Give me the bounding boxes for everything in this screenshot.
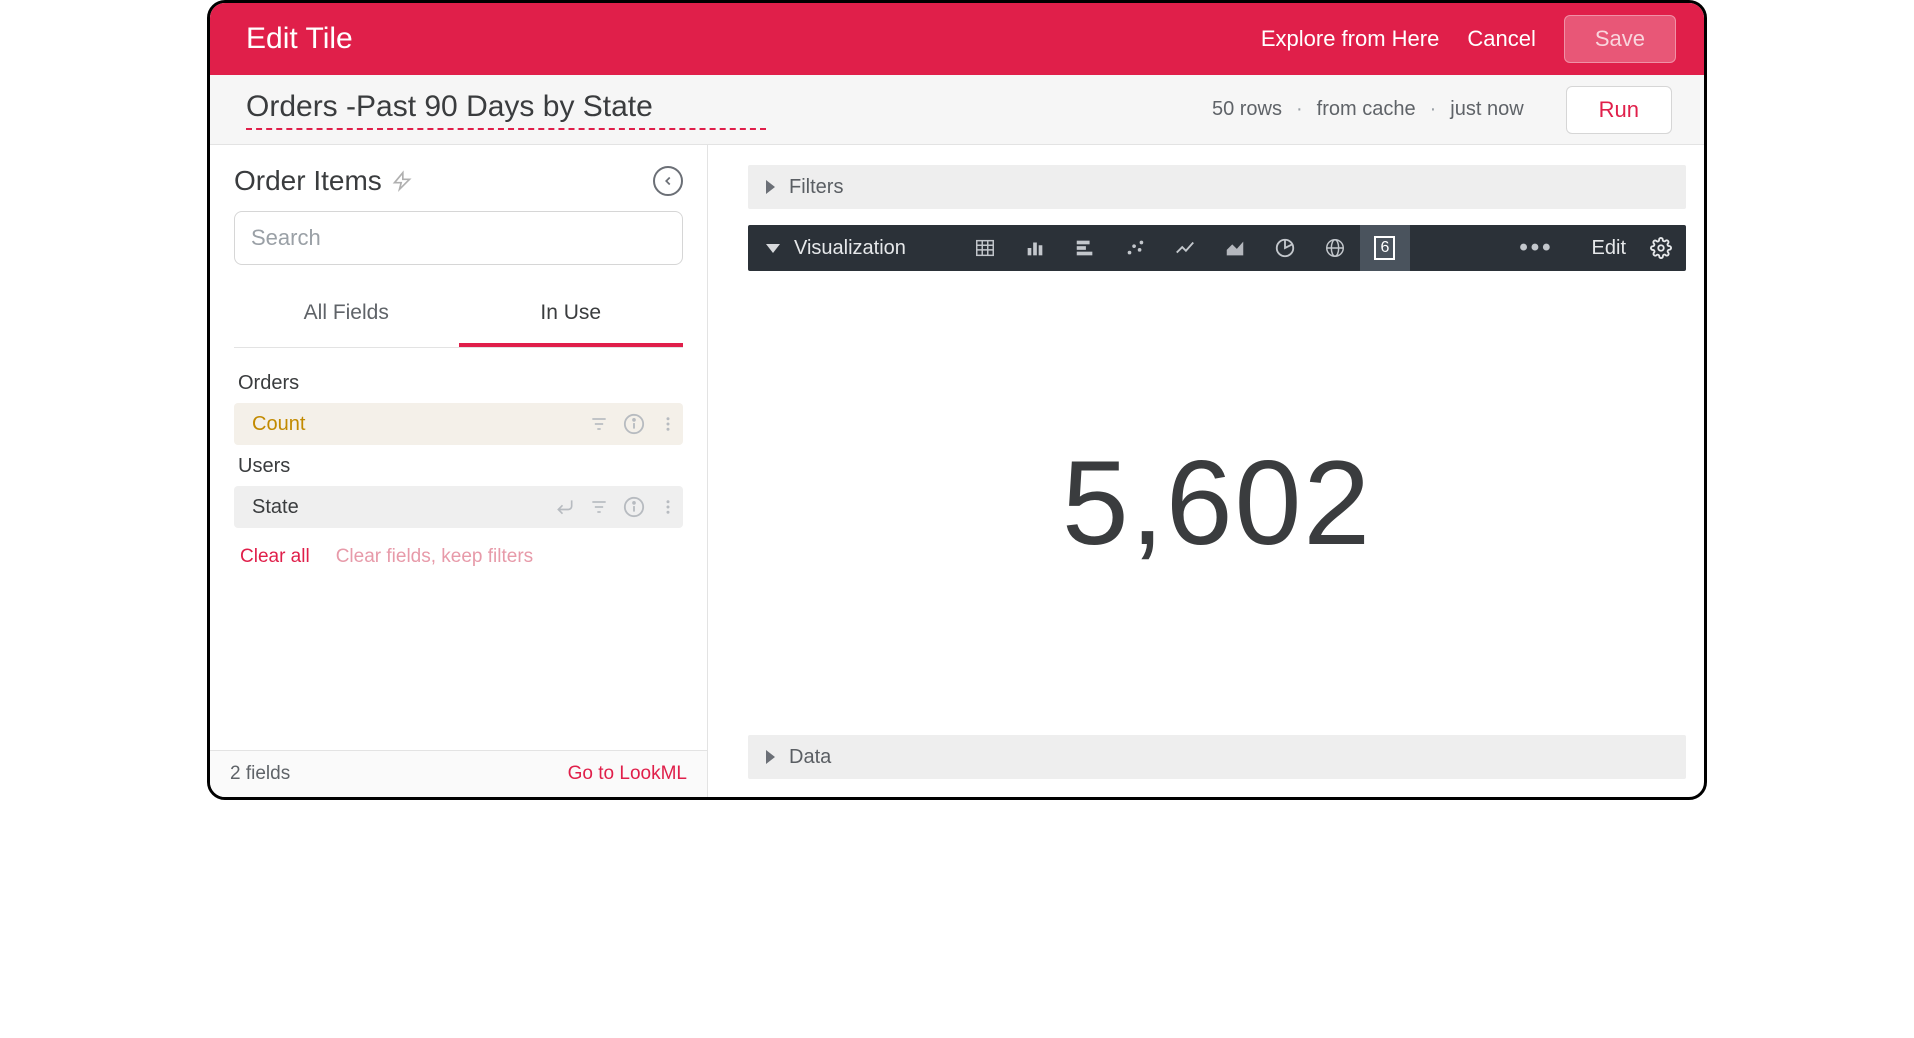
field-count: 2 fields xyxy=(230,763,290,785)
viz-type-column-icon[interactable] xyxy=(1010,225,1060,271)
filters-label: Filters xyxy=(789,176,843,199)
query-meta: 50 rows · from cache · just now xyxy=(1212,98,1524,121)
filters-panel-header[interactable]: Filters xyxy=(748,165,1686,209)
collapse-sidebar-button[interactable] xyxy=(653,166,683,196)
bolt-icon xyxy=(392,168,412,194)
search-input[interactable] xyxy=(234,211,683,265)
field-tabs: All Fields In Use xyxy=(234,283,683,348)
save-button[interactable]: Save xyxy=(1564,15,1676,63)
caret-right-icon xyxy=(766,750,775,764)
meta-separator: · xyxy=(1296,98,1303,121)
field-picker-sidebar: Order Items All Fields In Use xyxy=(210,145,708,797)
tab-all-fields[interactable]: All Fields xyxy=(234,283,459,347)
explore-from-here-link[interactable]: Explore from Here xyxy=(1261,26,1440,52)
clear-keep-filters-link[interactable]: Clear fields, keep filters xyxy=(336,546,533,568)
viz-type-scatter-icon[interactable] xyxy=(1110,225,1160,271)
caret-down-icon xyxy=(766,244,780,253)
data-label: Data xyxy=(789,746,831,769)
filter-icon[interactable] xyxy=(589,497,609,517)
rows-count: 50 rows xyxy=(1212,98,1282,121)
info-icon[interactable] xyxy=(623,496,645,518)
field-name: Count xyxy=(252,413,581,436)
visualization-bar: Visualization xyxy=(748,225,1686,271)
main-panel: Filters Visualization xyxy=(708,145,1704,797)
sidebar-footer: 2 fields Go to LookML xyxy=(210,750,707,797)
clear-all-link[interactable]: Clear all xyxy=(240,546,310,568)
subheader: Orders -Past 90 Days by State 50 rows · … xyxy=(210,75,1704,145)
body: Order Items All Fields In Use xyxy=(210,145,1704,797)
field-row-orders-count[interactable]: Count xyxy=(234,403,683,445)
field-row-users-state[interactable]: State xyxy=(234,486,683,528)
viz-type-pie-icon[interactable] xyxy=(1260,225,1310,271)
tab-in-use[interactable]: In Use xyxy=(459,283,684,347)
viz-type-table-icon[interactable] xyxy=(960,225,1010,271)
time-status: just now xyxy=(1450,98,1523,121)
cancel-link[interactable]: Cancel xyxy=(1467,26,1535,52)
single-value-number: 5,602 xyxy=(1062,434,1372,572)
viz-type-icons: 6 xyxy=(960,225,1410,271)
viz-type-area-icon[interactable] xyxy=(1210,225,1260,271)
field-name: State xyxy=(252,496,547,519)
topbar: Edit Tile Explore from Here Cancel Save xyxy=(210,3,1704,75)
group-label-orders: Orders xyxy=(234,362,683,403)
more-vert-icon[interactable] xyxy=(659,496,677,518)
group-label-users: Users xyxy=(234,445,683,486)
topbar-actions: Explore from Here Cancel Save xyxy=(1261,15,1676,63)
viz-more-button[interactable]: ••• xyxy=(1505,234,1567,262)
explore-name: Order Items xyxy=(234,165,382,197)
gear-icon[interactable] xyxy=(1650,237,1672,259)
viz-type-map-icon[interactable] xyxy=(1310,225,1360,271)
info-icon[interactable] xyxy=(623,413,645,435)
visualization-label: Visualization xyxy=(794,237,906,260)
clear-row: Clear all Clear fields, keep filters xyxy=(234,528,683,586)
cache-status: from cache xyxy=(1317,98,1416,121)
data-panel-header[interactable]: Data xyxy=(748,735,1686,779)
tile-title-input[interactable]: Orders -Past 90 Days by State xyxy=(246,90,766,130)
viz-edit-button[interactable]: Edit xyxy=(1582,237,1636,260)
explore-header: Order Items xyxy=(234,165,683,197)
more-vert-icon[interactable] xyxy=(659,413,677,435)
meta-separator: · xyxy=(1430,98,1437,121)
viz-type-line-icon[interactable] xyxy=(1160,225,1210,271)
run-button[interactable]: Run xyxy=(1566,86,1672,134)
app-window: Edit Tile Explore from Here Cancel Save … xyxy=(207,0,1707,800)
viz-type-single-value-icon[interactable]: 6 xyxy=(1360,225,1410,271)
filter-icon[interactable] xyxy=(589,414,609,434)
pivot-icon[interactable] xyxy=(555,497,575,517)
caret-right-icon xyxy=(766,180,775,194)
viz-type-bar-icon[interactable] xyxy=(1060,225,1110,271)
go-to-lookml-link[interactable]: Go to LookML xyxy=(568,763,687,785)
visualization-body: 5,602 xyxy=(748,287,1686,719)
visualization-toggle[interactable]: Visualization xyxy=(766,237,906,260)
topbar-title: Edit Tile xyxy=(246,22,1261,56)
